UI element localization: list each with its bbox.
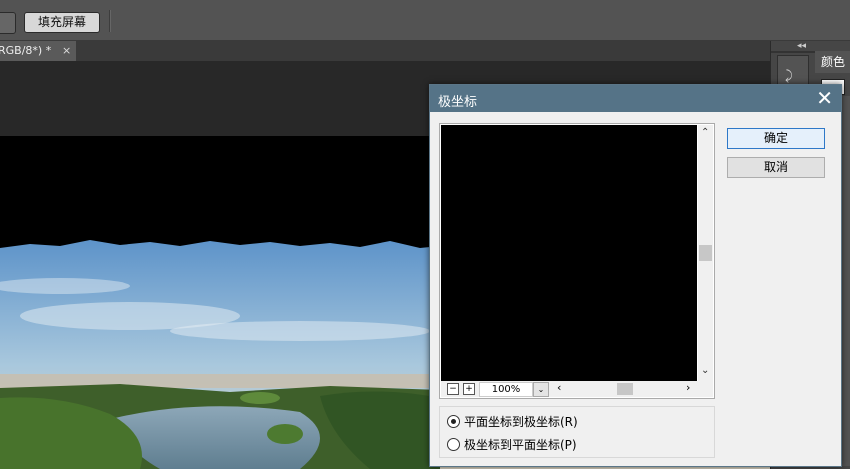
filter-preview[interactable] bbox=[441, 125, 697, 381]
document-tab[interactable]: RGB/8*) * × bbox=[0, 41, 76, 61]
fill-screen-button[interactable]: 填充屏幕 bbox=[24, 12, 100, 33]
collapse-panels-icon[interactable]: ◂◂ bbox=[797, 41, 806, 51]
zoom-dropdown-icon[interactable]: ⌄ bbox=[533, 382, 549, 397]
radio-selected[interactable] bbox=[447, 415, 460, 428]
options-separator bbox=[109, 10, 110, 32]
scroll-down-icon[interactable]: ⌄ bbox=[701, 365, 709, 376]
document-tab-title: RGB/8*) * bbox=[0, 44, 52, 57]
preview-vertical-scrollbar[interactable]: ⌃ ⌄ bbox=[698, 125, 713, 381]
color-panel-tab[interactable]: 颜色 bbox=[815, 51, 850, 73]
history-icon[interactable]: ⤸ bbox=[785, 69, 793, 84]
scroll-up-icon[interactable]: ⌃ bbox=[701, 127, 709, 138]
tab-close-icon[interactable]: × bbox=[62, 41, 71, 61]
zoom-level: 100% bbox=[479, 382, 533, 397]
scroll-thumb[interactable] bbox=[699, 245, 712, 261]
options-bar-button[interactable] bbox=[0, 12, 16, 34]
dialog-title: 极坐标 bbox=[438, 95, 478, 110]
radio-unselected[interactable] bbox=[447, 438, 460, 451]
zoom-in-button[interactable]: + bbox=[463, 383, 475, 395]
conversion-options: 平面坐标到极坐标(R) 极坐标到平面坐标(P) bbox=[439, 406, 715, 458]
rectangular-to-polar-label: 平面坐标到极坐标(R) bbox=[464, 415, 578, 429]
polar-coordinates-dialog: 极坐标 ✕ ⌃ ⌄ − + 100% ⌄ ‹ › 确定 取消 平面坐标到极坐标(… bbox=[429, 84, 842, 467]
preview-frame: ⌃ ⌄ − + 100% ⌄ ‹ › bbox=[439, 123, 715, 399]
close-icon[interactable]: ✕ bbox=[816, 86, 833, 110]
polar-to-rectangular-label: 极坐标到平面坐标(P) bbox=[464, 438, 577, 452]
options-bar: 填充屏幕 bbox=[0, 0, 850, 41]
cancel-button[interactable]: 取消 bbox=[727, 157, 825, 178]
dialog-title-bar[interactable]: 极坐标 ✕ bbox=[430, 85, 841, 112]
ok-button[interactable]: 确定 bbox=[727, 128, 825, 149]
document-tab-bar: RGB/8*) * × bbox=[0, 41, 770, 61]
zoom-out-button[interactable]: − bbox=[447, 383, 459, 395]
scroll-right-icon[interactable]: › bbox=[686, 381, 690, 394]
preview-zoom-bar: − + 100% ⌄ ‹ › bbox=[441, 381, 713, 397]
scroll-left-icon[interactable]: ‹ bbox=[557, 381, 561, 394]
horizontal-scroll-thumb[interactable] bbox=[617, 383, 633, 395]
